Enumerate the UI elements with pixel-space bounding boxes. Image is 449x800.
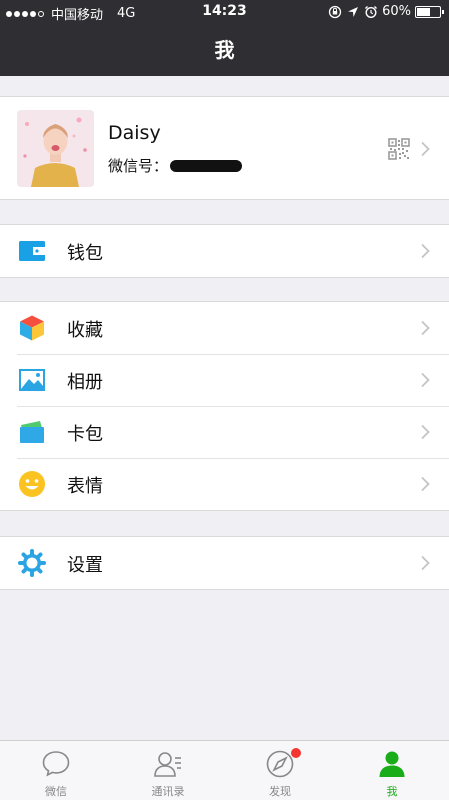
- location-arrow-icon: [348, 6, 359, 17]
- contacts-icon: [154, 752, 181, 777]
- battery-icon: [415, 5, 444, 18]
- menu-label-settings: 设置: [67, 555, 103, 576]
- wallet-group: 钱包: [0, 224, 449, 278]
- menu-label-album: 相册: [67, 372, 103, 393]
- chevron-right-icon: [421, 141, 430, 157]
- wechat-id: 微信号：: [108, 155, 243, 176]
- features-group: 收藏 相册 卡包 表情: [0, 301, 449, 511]
- rotation-lock-icon: [328, 5, 342, 18]
- menu-label-wallet: 钱包: [67, 243, 103, 264]
- menu-label-favorites: 收藏: [67, 320, 103, 341]
- tab-label-discover: 发现: [269, 785, 291, 798]
- tab-contacts[interactable]: 通讯录: [112, 741, 224, 800]
- gear-icon: [18, 549, 46, 577]
- chevron-right-icon: [421, 424, 430, 440]
- card-icon: [20, 421, 44, 443]
- chevron-right-icon: [421, 320, 430, 336]
- menu-label-stickers: 表情: [67, 476, 103, 497]
- tab-label-contacts: 通讯录: [151, 785, 185, 798]
- status-right: 60%: [328, 4, 444, 19]
- person-icon: [379, 751, 405, 777]
- tab-me[interactable]: 我: [336, 741, 448, 800]
- page-title: 我: [214, 38, 235, 62]
- chevron-right-icon: [421, 243, 430, 259]
- chevron-right-icon: [421, 555, 430, 571]
- tab-chats[interactable]: 微信: [0, 741, 112, 800]
- settings-group: 设置: [0, 536, 449, 590]
- menu-item-wallet[interactable]: 钱包: [0, 225, 449, 277]
- menu-item-album[interactable]: 相册: [0, 354, 449, 406]
- menu-item-cards[interactable]: 卡包: [0, 406, 449, 458]
- notification-badge: [291, 748, 301, 758]
- emoji-icon: [19, 471, 45, 497]
- alarm-icon: [365, 5, 378, 18]
- cube-icon: [20, 315, 44, 341]
- menu-item-favorites[interactable]: 收藏: [0, 302, 449, 354]
- wechat-id-redacted: [170, 159, 243, 172]
- menu-item-stickers[interactable]: 表情: [0, 458, 449, 510]
- qr-code-icon[interactable]: [388, 138, 410, 160]
- profile-name: Daisy: [108, 122, 161, 144]
- menu-item-settings[interactable]: 设置: [0, 537, 449, 589]
- wallet-icon: [19, 241, 45, 261]
- profile-card[interactable]: Daisy 微信号：: [0, 96, 449, 200]
- chat-icon: [42, 751, 70, 777]
- tab-bar: 微信 通讯录 发现 我: [0, 740, 449, 800]
- photo-icon: [19, 369, 45, 391]
- nav-bar: 我: [0, 24, 449, 76]
- battery-percent: 60%: [382, 4, 411, 19]
- status-bar: 中国移动 4G 14:23 60%: [0, 0, 449, 24]
- menu-label-cards: 卡包: [67, 424, 103, 445]
- tab-label-me: 我: [386, 785, 398, 798]
- chevron-right-icon: [421, 372, 430, 388]
- wechat-id-label: 微信号：: [108, 157, 169, 175]
- tab-label-chats: 微信: [45, 785, 67, 798]
- avatar[interactable]: [17, 110, 94, 187]
- chevron-right-icon: [421, 476, 430, 492]
- tab-discover[interactable]: 发现: [224, 741, 336, 800]
